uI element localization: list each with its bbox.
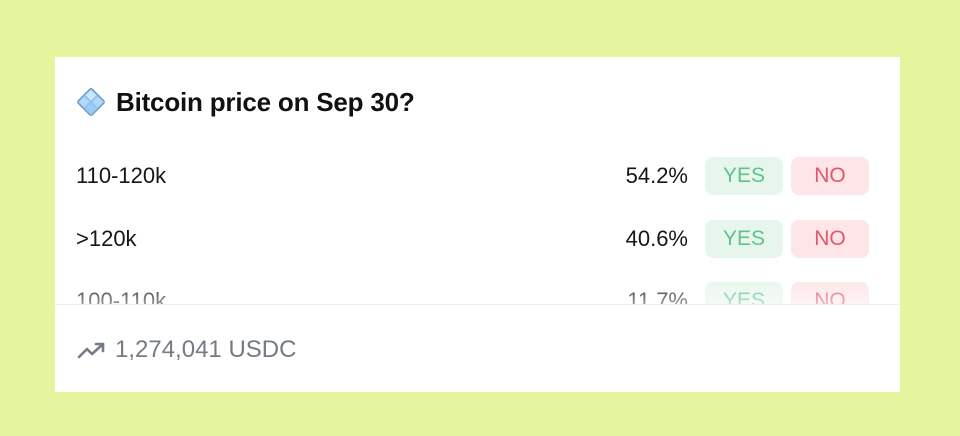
outcome-label: >120k — [76, 226, 137, 251]
outcome-row[interactable]: 100-110k 11.7% YES NO — [55, 282, 900, 304]
volume-value: 1,274,041 USDC — [115, 336, 297, 363]
outcome-probability: 11.7% — [627, 288, 688, 304]
yes-button[interactable]: YES — [705, 220, 783, 258]
outcome-row[interactable]: >120k 40.6% YES NO — [55, 220, 900, 260]
no-button[interactable]: NO — [791, 282, 869, 304]
market-header: Bitcoin price on Sep 30? — [76, 85, 415, 119]
outcome-probability: 54.2% — [625, 163, 688, 188]
outcome-label: 100-110k — [76, 288, 167, 304]
outcome-label: 110-120k — [76, 163, 167, 188]
outcome-row[interactable]: 110-120k 54.2% YES NO — [55, 157, 900, 197]
market-title: Bitcoin price on Sep 30? — [116, 86, 415, 117]
divider — [55, 304, 900, 305]
outcomes-list[interactable]: 110-120k 54.2% YES NO >120k 40.6% YES NO… — [55, 147, 900, 304]
trending-up-icon — [77, 340, 107, 360]
no-button[interactable]: NO — [791, 220, 869, 258]
blue-diamond-grid-icon — [76, 87, 106, 117]
market-footer: 1,274,041 USDC — [77, 333, 296, 367]
no-button[interactable]: NO — [791, 157, 869, 195]
market-card[interactable]: Bitcoin price on Sep 30? 110-120k 54.2% … — [55, 57, 900, 392]
yes-button[interactable]: YES — [705, 282, 783, 304]
outcome-probability: 40.6% — [625, 226, 688, 251]
yes-button[interactable]: YES — [705, 157, 783, 195]
